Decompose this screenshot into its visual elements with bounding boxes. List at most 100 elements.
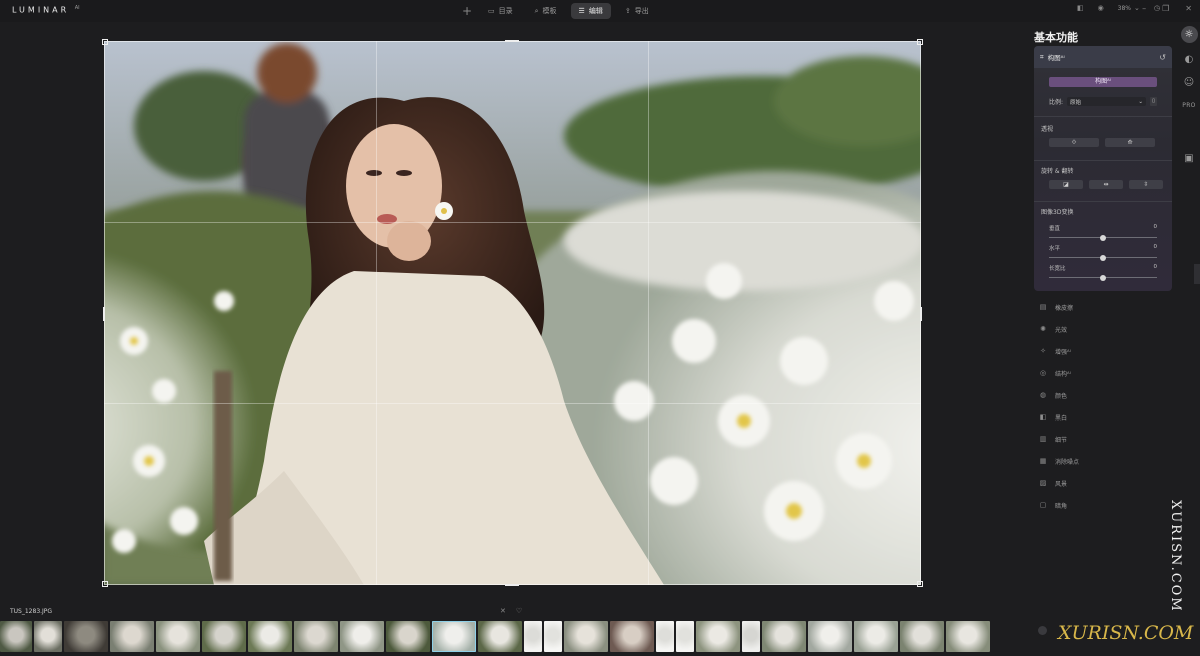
heart-icon[interactable]: ♡ <box>516 607 522 615</box>
chevron-down-icon: ⌄ <box>1134 4 1140 12</box>
divider <box>1034 201 1172 202</box>
thumbnail[interactable] <box>544 621 562 652</box>
perspective-label: 透视 <box>1041 126 1054 133</box>
orientation-icon[interactable]: ▯ <box>1150 97 1157 106</box>
thumbnail[interactable] <box>478 621 522 652</box>
thumbnail[interactable] <box>340 621 384 652</box>
filmstrip-toggle[interactable] <box>1038 626 1047 635</box>
pro-tab[interactable]: PRO <box>1182 98 1196 112</box>
flip-horizontal-button[interactable]: ⇹ <box>1089 180 1123 189</box>
slider-track[interactable] <box>1049 274 1157 281</box>
sun-icon: ✺ <box>1040 325 1046 333</box>
tool-label: 风景 <box>1055 480 1068 488</box>
restore-icon[interactable]: ❐ <box>1162 4 1169 13</box>
slider-track[interactable] <box>1049 254 1157 261</box>
sun-icon[interactable]: ☼ <box>1180 26 1198 43</box>
thumbnail[interactable] <box>432 621 476 652</box>
perspective-buttons: ⟐ ⟰ <box>1049 138 1155 147</box>
slider-knob[interactable] <box>1100 254 1106 261</box>
tool-label: 消除噪点 <box>1055 458 1080 466</box>
tool-item[interactable]: ◍ 颜色 <box>1036 384 1079 406</box>
tab-export[interactable]: ⇪ 导出 <box>617 3 657 19</box>
structure-icon: ◎ <box>1039 369 1047 377</box>
smile-icon[interactable]: ☺ <box>1182 75 1196 89</box>
eye-icon: ◉ <box>1097 4 1104 12</box>
slider-aspect[interactable]: 长宽比 0 <box>1049 264 1158 281</box>
thumbnail[interactable] <box>202 621 246 652</box>
logo-text: LUMINAR <box>12 5 70 15</box>
thumbnail[interactable] <box>110 621 154 652</box>
zoom-control[interactable]: 38% ⌄ <box>1118 4 1140 12</box>
thumbnail[interactable] <box>656 621 674 652</box>
tool-label: 颜色 <box>1055 392 1068 400</box>
slider-horizontal[interactable]: 水平 0 <box>1049 244 1157 261</box>
thumbnail[interactable] <box>34 621 62 652</box>
wand-icon: ✧ <box>1040 347 1046 355</box>
tab-edit[interactable]: ☰ 编辑 <box>570 3 611 19</box>
tool-item[interactable]: ▥ 细节 <box>1036 428 1079 450</box>
thumbnail[interactable] <box>156 621 200 652</box>
logo-version: AI <box>74 5 80 11</box>
rotate-button[interactable]: ◪ <box>1049 180 1083 189</box>
thumbnail[interactable] <box>294 621 338 652</box>
photo-image <box>104 41 921 585</box>
tool-item[interactable]: ✺ 光效 <box>1036 318 1079 340</box>
panel-collapse-tab[interactable] <box>1194 264 1200 284</box>
slider-vertical[interactable]: 垂直 0 <box>1049 224 1157 241</box>
thumbnail[interactable] <box>64 621 108 652</box>
add-button[interactable]: + <box>460 3 474 19</box>
thumbnail[interactable] <box>742 621 760 652</box>
thumbnail[interactable] <box>524 621 542 652</box>
slider-knob[interactable] <box>1100 234 1106 241</box>
thumbnail[interactable] <box>854 621 898 652</box>
tool-item[interactable]: ◎ 结构ᴬᴵ <box>1036 362 1079 384</box>
tool-label: 暗角 <box>1055 502 1068 510</box>
perspective-horizontal-button[interactable]: ⟐ <box>1049 138 1099 147</box>
ratio-row: 比例: 原始 ⌄ ▯ <box>1049 97 1157 106</box>
close-icon[interactable]: ✕ <box>1185 4 1192 13</box>
slider-knob[interactable] <box>1100 274 1106 281</box>
photo-canvas[interactable] <box>104 41 921 585</box>
minimize-icon[interactable]: – <box>1142 4 1146 13</box>
thumbnail[interactable] <box>696 621 740 652</box>
tab-templates[interactable]: ⌕ 模板 <box>527 3 565 19</box>
tool-item[interactable]: ✧ 增强ᴬᴵ <box>1036 340 1079 362</box>
tool-list: ▤ 橡皮擦 ✺ 光效 ✧ 增强ᴬᴵ ◎ 结构ᴬᴵ ◍ 颜色 ◧ 黑白 ▥ 细节 ▦ 消除噪点 ▨ 风景 ▢ 暗角 <box>1036 296 1079 516</box>
thumbnail[interactable] <box>0 621 32 652</box>
thumbnail[interactable] <box>386 621 430 652</box>
thumbnail[interactable] <box>610 621 654 652</box>
tab-label: 编辑 <box>588 7 603 15</box>
preview-toggle[interactable]: ◉ <box>1098 4 1104 12</box>
crop-ai-button[interactable]: 构图ᴬᴵ <box>1049 77 1157 87</box>
palette-icon[interactable]: ◐ <box>1182 52 1196 66</box>
thumbnail[interactable] <box>946 621 990 652</box>
tool-label: 细节 <box>1055 436 1068 444</box>
crop-card-header[interactable]: ⌗ 构图ᴬᴵ ↺ <box>1034 46 1172 68</box>
tool-item[interactable]: ◧ 黑白 <box>1036 406 1079 428</box>
slider-track[interactable] <box>1049 234 1157 241</box>
compare-toggle[interactable]: ◧ <box>1077 4 1084 12</box>
layers-icon[interactable]: ▣ <box>1182 151 1196 165</box>
perspective-vertical-button[interactable]: ⟰ <box>1105 138 1155 147</box>
ratio-select[interactable]: 原始 ⌄ <box>1067 97 1146 106</box>
tab-label: 导出 <box>634 7 649 15</box>
tool-label: 增强ᴬᴵ <box>1055 348 1071 356</box>
thumbnail[interactable] <box>900 621 944 652</box>
toggle-dot <box>1038 626 1047 635</box>
divider <box>1034 160 1172 161</box>
thumbnail[interactable] <box>248 621 292 652</box>
flip-vertical-button[interactable]: ⇳ <box>1129 180 1163 189</box>
thumbnail[interactable] <box>762 621 806 652</box>
thumbnail[interactable] <box>676 621 694 652</box>
tool-item[interactable]: ▨ 风景 <box>1036 472 1079 494</box>
thumbnail[interactable] <box>564 621 608 652</box>
tool-item[interactable]: ▤ 橡皮擦 <box>1036 296 1079 318</box>
close-icon[interactable]: ✕ <box>500 607 506 615</box>
tab-catalog[interactable]: ▭ 目录 <box>480 3 521 19</box>
tool-item[interactable]: ▢ 暗角 <box>1036 494 1079 516</box>
tool-item[interactable]: ▦ 消除噪点 <box>1036 450 1079 472</box>
thumbnail[interactable] <box>808 621 852 652</box>
reset-icon[interactable]: ↺ <box>1159 53 1166 62</box>
slider-value: 0 <box>1153 264 1158 270</box>
panel-title: 基本功能 <box>1034 31 1078 44</box>
